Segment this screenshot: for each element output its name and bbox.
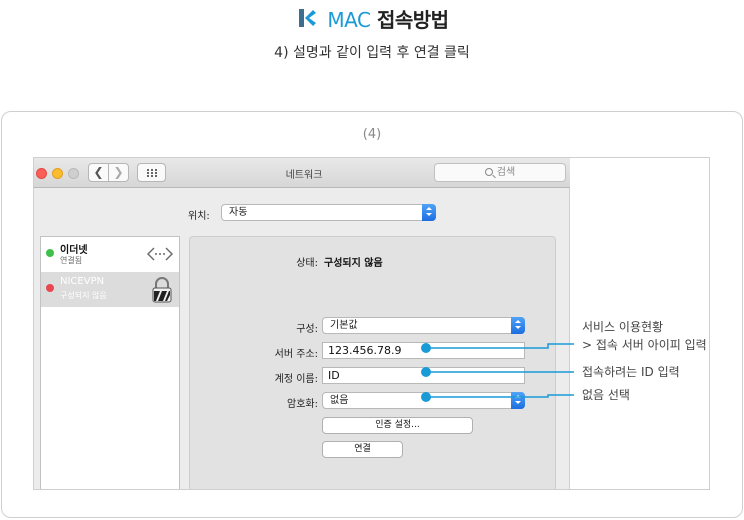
service-status: 연결됨 — [60, 256, 83, 265]
show-all-grid-button[interactable] — [137, 163, 166, 182]
page-title-rest: 접속방법 — [376, 7, 449, 32]
ethernet-arrows-icon — [147, 247, 173, 261]
server-annotation-line1: 서비스 이용현황 — [582, 320, 664, 334]
service-name: 이더넷 — [60, 245, 88, 256]
location-select[interactable]: 자동 — [221, 204, 436, 221]
server-address-label: 서버 주소: — [274, 349, 318, 360]
status-dot-connected — [46, 249, 54, 257]
configuration-select[interactable]: 기본값 — [322, 317, 525, 334]
encryption-annotation: 없음 선택 — [582, 388, 630, 402]
encryption-value: 없음 — [330, 395, 349, 406]
account-annotation: 접속하려는 ID 입력 — [582, 365, 680, 379]
search-placeholder: 검색 — [496, 167, 516, 178]
search-icon — [484, 168, 493, 176]
forward-button[interactable]: ❯ — [108, 163, 129, 182]
encryption-stepper-icon — [511, 392, 525, 409]
minimize-window-button[interactable] — [52, 168, 63, 179]
step-label: (4) — [362, 127, 382, 142]
page-header: MAC 접속방법 4) 설명과 같이 입력 후 연결 클릭 — [0, 0, 744, 100]
encryption-select[interactable]: 없음 — [322, 392, 525, 409]
window-title: 네트워크 — [285, 170, 323, 181]
service-item-nicevpn[interactable]: NICEVPN 구성되지 않음 — [41, 272, 179, 307]
location-label: 위치: — [188, 211, 210, 222]
brand-logo-icon — [299, 9, 317, 27]
configuration-label: 구성: — [296, 324, 318, 335]
authentication-settings-button[interactable]: 인증 설정... — [322, 417, 473, 434]
search-field[interactable]: 검색 — [434, 163, 566, 182]
vpn-lock-icon — [152, 277, 172, 303]
encryption-label: 암호화: — [287, 399, 318, 410]
service-item-ethernet[interactable]: 이더넷 연결됨 — [41, 237, 179, 272]
service-name: NICEVPN — [60, 276, 105, 287]
service-status: 구성되지 않음 — [60, 291, 107, 300]
location-value: 자동 — [229, 207, 248, 218]
status-label: 상태: — [296, 258, 318, 269]
page-subtitle: 4) 설명과 같이 입력 후 연결 클릭 — [274, 45, 470, 61]
server-annotation: 서비스 이용현황 > 접속 서버 아이피 입력 — [582, 318, 707, 354]
configuration-value: 기본값 — [330, 320, 358, 331]
account-name-label: 계정 이름: — [274, 374, 318, 385]
account-name-field[interactable]: ID — [322, 367, 525, 384]
title-row: MAC 접속방법 — [0, 4, 744, 32]
server-address-field[interactable]: 123.456.78.9 — [322, 342, 525, 359]
connect-button[interactable]: 연결 — [322, 441, 403, 458]
location-stepper-icon — [422, 204, 436, 221]
back-button[interactable]: ❮ — [88, 163, 109, 182]
network-preferences-window: ❮ ❯ 네트워크 검색 위치: 자동 이더넷 연결됨 NICEVPN 구성되지 … — [34, 158, 570, 489]
configuration-stepper-icon — [511, 317, 525, 334]
status-dot-not-configured — [46, 284, 54, 292]
service-list: 이더넷 연결됨 NICEVPN 구성되지 않음 — [40, 236, 180, 489]
page-title: MAC 접속방법 — [327, 4, 449, 33]
vpn-settings-panel: 상태: 구성되지 않음 구성: 기본값 서버 주소: 123.456.78.9 … — [189, 236, 556, 489]
server-annotation-line2: > 접속 서버 아이피 입력 — [582, 338, 707, 352]
close-window-button[interactable] — [36, 168, 47, 179]
status-value: 구성되지 않음 — [324, 258, 383, 269]
window-titlebar: ❮ ❯ 네트워크 검색 — [34, 158, 570, 188]
zoom-window-button[interactable] — [68, 168, 79, 179]
page-title-brand: MAC — [327, 7, 371, 32]
